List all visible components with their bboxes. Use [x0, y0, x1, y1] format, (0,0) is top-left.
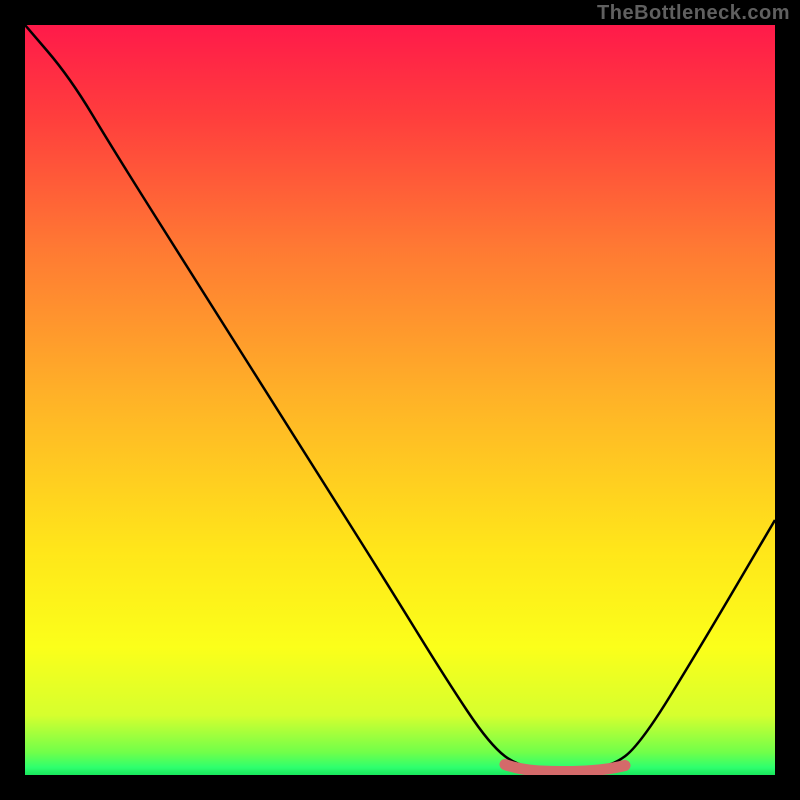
chart-frame: TheBottleneck.com — [0, 0, 800, 800]
bottleneck-plot — [25, 25, 775, 775]
watermark-text: TheBottleneck.com — [597, 2, 790, 25]
gradient-background — [25, 25, 775, 775]
